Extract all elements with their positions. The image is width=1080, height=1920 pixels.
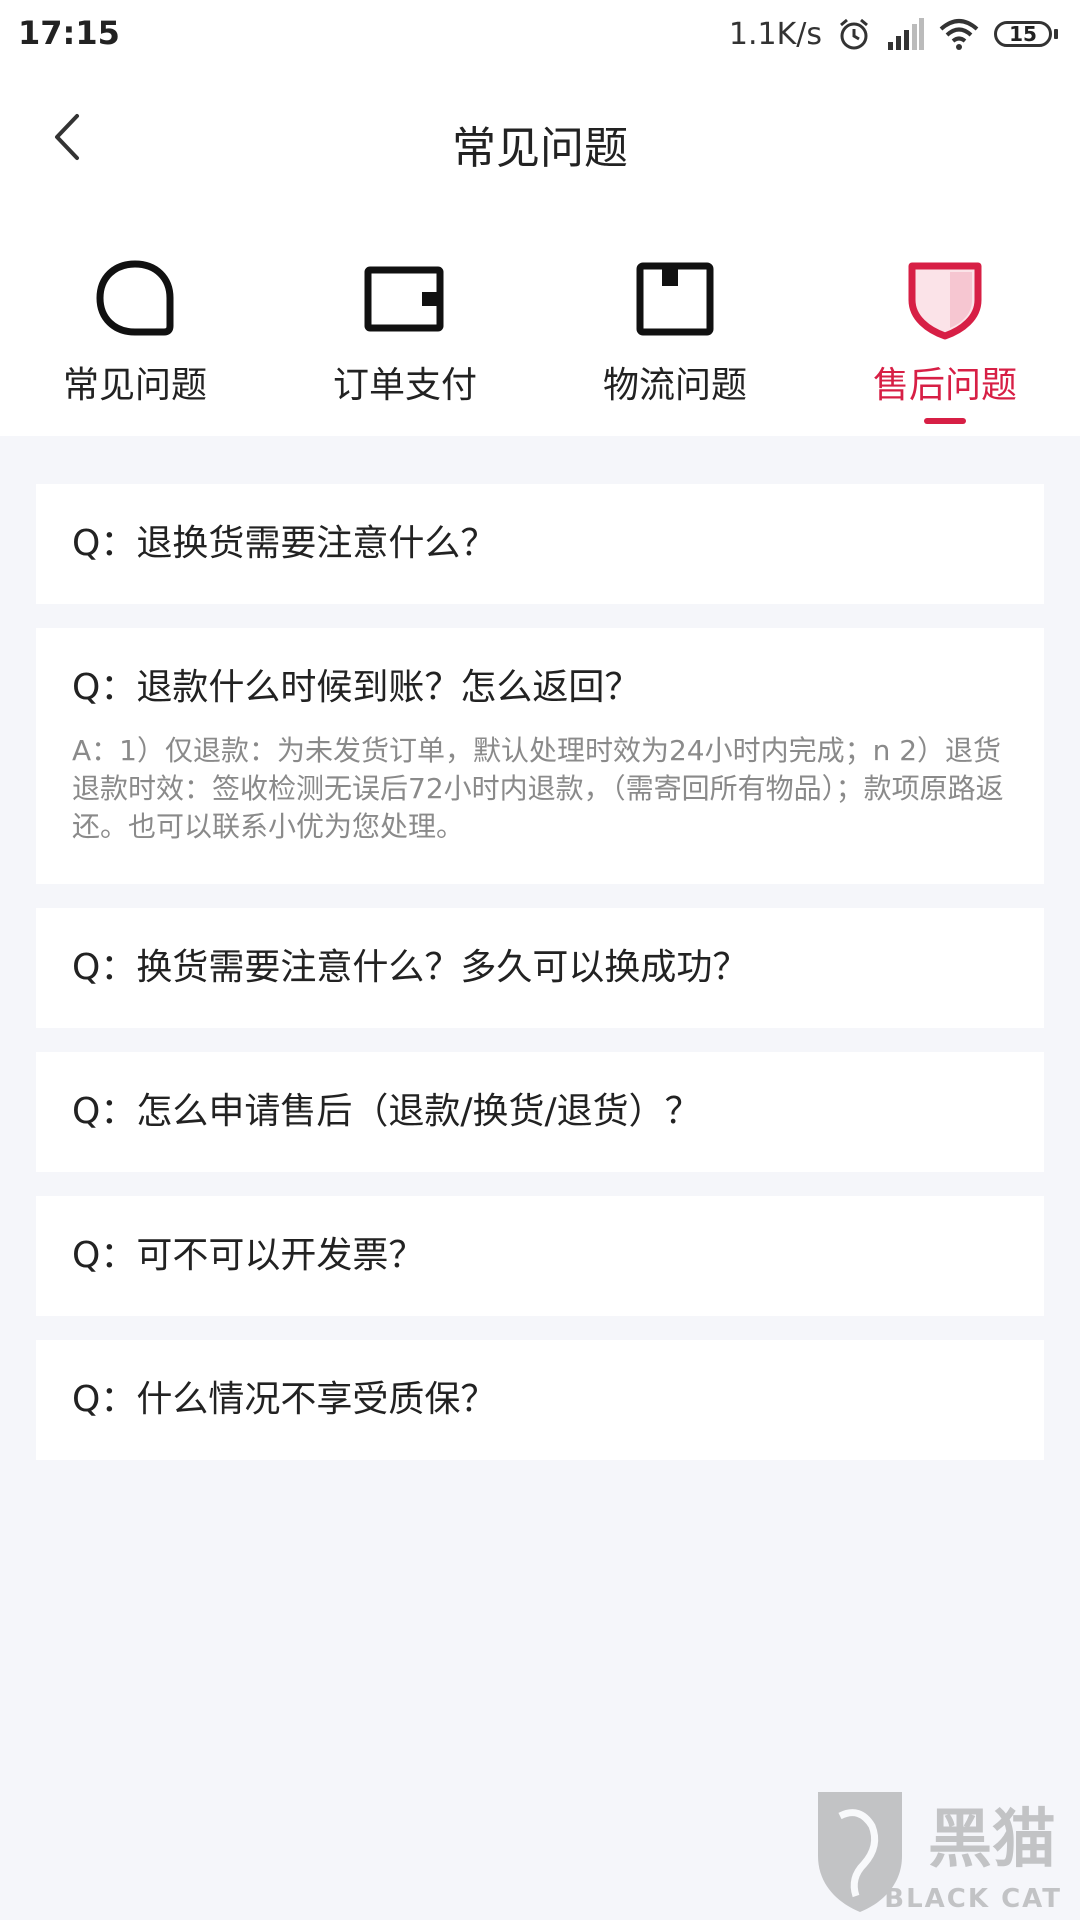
faq-question: Q：什么情况不享受质保？: [72, 1379, 497, 1420]
battery-tip: [1054, 29, 1058, 39]
tab-label: 订单支付: [332, 365, 477, 406]
faq-question: Q：怎么申请售后（退款/换货/退货）？: [72, 1091, 701, 1132]
wallet-icon: [362, 256, 448, 342]
watermark-text: 黑猫: [928, 1803, 1056, 1877]
faq-item[interactable]: Q：什么情况不享受质保？: [36, 1340, 1044, 1460]
status-icons: 1.1K/s 15: [729, 14, 1058, 54]
page-title: 常见问题: [452, 123, 628, 174]
active-tab-indicator: [924, 418, 966, 424]
tab-label: 物流问题: [602, 365, 747, 406]
faq-item[interactable]: Q：换货需要注意什么？多久可以换成功？: [36, 908, 1044, 1028]
tab-logistics[interactable]: 物流问题: [540, 232, 810, 422]
signal-icon: [886, 18, 924, 50]
watermark-subtext: BLACK CAT: [884, 1884, 1062, 1914]
package-icon: [632, 256, 718, 342]
faq-item-expanded[interactable]: Q：退款什么时候到账？怎么返回？ A：1）仅退款：为未发货订单，默认处理时效为2…: [36, 628, 1044, 884]
chat-bubble-icon: [92, 256, 178, 342]
wifi-icon: [938, 17, 980, 51]
faq-item[interactable]: Q：可不可以开发票？: [36, 1196, 1044, 1316]
watermark: 黑猫 BLACK CAT: [800, 1780, 1080, 1920]
tab-label: 售后问题: [872, 365, 1017, 406]
faq-item[interactable]: Q：退换货需要注意什么？: [36, 484, 1044, 604]
category-tabs: 常见问题 订单支付 物流问题 售后问题: [0, 212, 1080, 436]
faq-answer: A：1）仅退款：为未发货订单，默认处理时效为24小时内完成；n 2）退货退款时效…: [72, 734, 1004, 843]
faq-question: Q：可不可以开发票？: [72, 1235, 425, 1276]
tab-order-payment[interactable]: 订单支付: [270, 232, 540, 422]
battery-level: 15: [994, 21, 1052, 47]
tab-label: 常见问题: [62, 365, 207, 406]
page-header: 常见问题: [0, 72, 1080, 212]
faq-question: Q：退款什么时候到账？怎么返回？: [72, 667, 641, 708]
faq-list: Q：退换货需要注意什么？ Q：退款什么时候到账？怎么返回？ A：1）仅退款：为未…: [36, 484, 1044, 1484]
faq-question: Q：换货需要注意什么？多久可以换成功？: [72, 947, 749, 988]
battery-icon: 15: [994, 21, 1058, 47]
status-bar: 17:15 1.1K/s 15: [0, 0, 1080, 72]
faq-item[interactable]: Q：怎么申请售后（退款/换货/退货）？: [36, 1052, 1044, 1172]
tab-common-questions[interactable]: 常见问题: [0, 232, 270, 422]
tab-after-sales[interactable]: 售后问题: [810, 232, 1080, 424]
shield-icon: [902, 256, 988, 342]
faq-question: Q：退换货需要注意什么？: [72, 523, 497, 564]
alarm-icon: [836, 16, 872, 52]
status-time: 17:15: [18, 14, 120, 52]
network-speed: 1.1K/s: [728, 16, 822, 52]
